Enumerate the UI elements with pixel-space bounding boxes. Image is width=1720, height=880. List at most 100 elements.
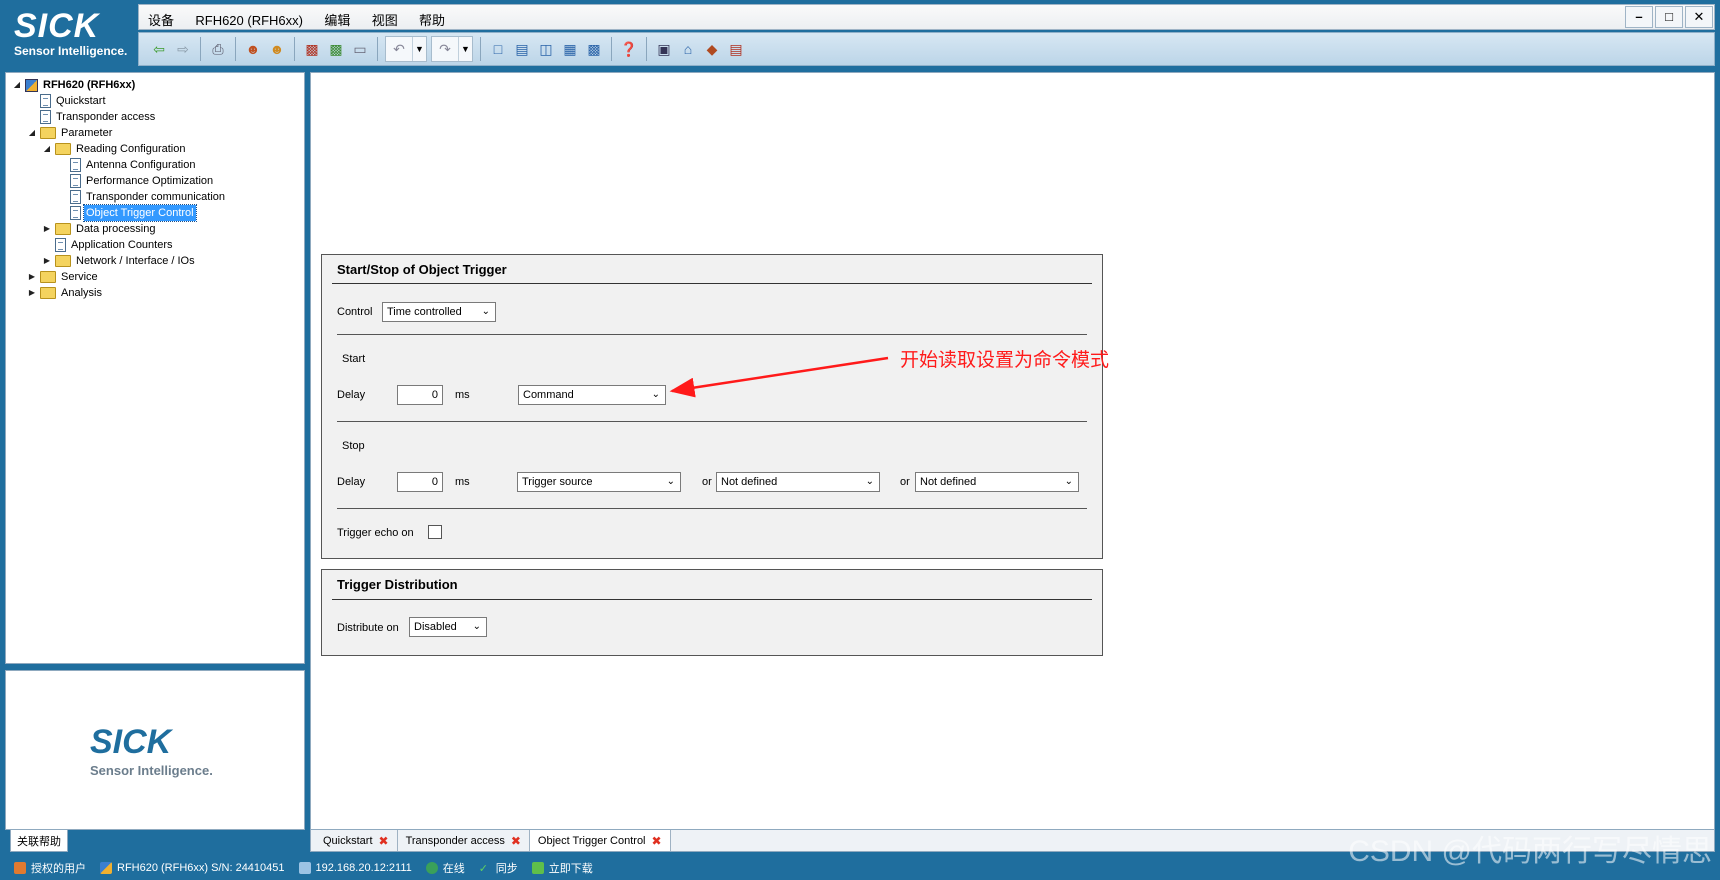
close-icon[interactable]: ✕: [1685, 6, 1713, 28]
collapsed-arrow-icon[interactable]: ▶: [27, 269, 37, 285]
start-mode-select[interactable]: Command ⌄: [518, 385, 666, 405]
folder-icon: [40, 271, 56, 283]
menu-help[interactable]: 帮助: [410, 5, 454, 34]
help-icon[interactable]: ❓: [618, 38, 640, 60]
document-tab[interactable]: Quickstart ✖: [315, 830, 398, 851]
tree-item[interactable]: Quickstart: [12, 93, 304, 109]
undo-dropdown[interactable]: ↶ ▼: [385, 36, 427, 62]
monitor-icon[interactable]: ▣: [653, 38, 675, 60]
stop-source-select[interactable]: Trigger source ⌄: [517, 472, 681, 492]
chevron-down-icon: ⌄: [472, 621, 481, 632]
tree-item[interactable]: Performance Optimization: [12, 173, 304, 189]
document-tab[interactable]: Transponder access ✖: [398, 830, 530, 851]
device-icon: [100, 861, 112, 874]
stop-source-2-select[interactable]: Not defined ⌄: [716, 472, 880, 492]
collapsed-arrow-icon[interactable]: ▶: [42, 253, 52, 269]
layout-single-icon[interactable]: □: [487, 38, 509, 60]
page-icon: [70, 190, 81, 204]
window-controls: – □ ✕: [1624, 5, 1714, 31]
print-icon[interactable]: ⎙: [207, 38, 229, 60]
save-file-icon[interactable]: ▩: [325, 38, 347, 60]
maximize-icon[interactable]: □: [1655, 6, 1683, 28]
tree-item[interactable]: Antenna Configuration: [12, 157, 304, 173]
tree-item-label: RFH620 (RFH6xx): [43, 79, 136, 91]
folder-icon: [55, 255, 71, 267]
close-tab-icon[interactable]: ✖: [652, 834, 662, 848]
chevron-down-icon: ⌄: [865, 476, 874, 487]
back-icon[interactable]: ⇦: [148, 38, 170, 60]
menu-device[interactable]: 设备: [139, 5, 183, 34]
layout-grid-icon[interactable]: ▩: [583, 38, 605, 60]
undo-icon[interactable]: ↶: [388, 38, 410, 60]
user-login-icon[interactable]: ☻: [242, 38, 264, 60]
close-tab-icon[interactable]: ✖: [511, 834, 521, 848]
collapsed-arrow-icon[interactable]: ▶: [27, 285, 37, 301]
load-file-icon[interactable]: ▩: [301, 38, 323, 60]
close-tab-icon[interactable]: ✖: [379, 834, 389, 848]
tree-item-label: Reading Configuration: [76, 143, 186, 155]
tree-item[interactable]: ◢ Reading Configuration: [12, 141, 304, 157]
tree-item[interactable]: ▶ Analysis: [12, 285, 304, 301]
device-icon[interactable]: ◆: [701, 38, 723, 60]
folder-open-icon: [40, 127, 56, 139]
stop-label: Stop: [342, 440, 365, 452]
globe-icon: [425, 861, 438, 874]
stop-source-3-select[interactable]: Not defined ⌄: [915, 472, 1079, 492]
tab-label: Quickstart: [323, 834, 373, 847]
page-icon: [40, 110, 51, 124]
redo-dropdown[interactable]: ↷ ▼: [431, 36, 473, 62]
tree-item-label: Parameter: [61, 127, 113, 139]
eraser-icon[interactable]: ▭: [349, 38, 371, 60]
layout-split-h-icon[interactable]: ▤: [511, 38, 533, 60]
tree-item[interactable]: Application Counters: [12, 237, 304, 253]
tree-item[interactable]: ◢ RFH620 (RFH6xx): [12, 77, 304, 93]
tab-label: Object Trigger Control: [537, 834, 646, 847]
tree-item[interactable]: Object Trigger Control: [12, 204, 304, 222]
download-icon: [531, 861, 544, 874]
document-tab[interactable]: Object Trigger Control ✖: [529, 830, 671, 851]
group-title: Trigger Distribution: [337, 577, 458, 592]
tree-item[interactable]: ▶ Service: [12, 269, 304, 285]
status-download[interactable]: 立即下载: [531, 860, 593, 876]
layout-split-v-icon[interactable]: ◫: [535, 38, 557, 60]
user-logout-icon[interactable]: ☻: [266, 38, 288, 60]
expanded-arrow-icon[interactable]: ◢: [42, 141, 52, 157]
chevron-down-icon: ⌄: [666, 476, 675, 487]
start-label: Start: [342, 353, 366, 365]
navigation-tree: ◢ RFH620 (RFH6xx) Quickstart Transponder ac…: [5, 72, 305, 664]
start-unit-label: ms: [455, 389, 470, 401]
distribute-select[interactable]: Disabled ⌄: [409, 617, 487, 637]
tree-item-label: Quickstart: [56, 95, 106, 107]
annotation-text: 开始读取设置为命令模式: [900, 350, 1110, 371]
folder-open-icon: [55, 143, 71, 155]
status-online: 在线: [425, 860, 465, 876]
export-icon[interactable]: ▤: [725, 38, 747, 60]
tree-item[interactable]: Transponder access: [12, 109, 304, 125]
redo-icon[interactable]: ↷: [434, 38, 456, 60]
menu-edit[interactable]: 编辑: [315, 5, 359, 34]
stop-delay-input[interactable]: 0: [397, 472, 443, 492]
minimize-icon[interactable]: –: [1625, 6, 1653, 28]
home-icon[interactable]: ⌂: [677, 38, 699, 60]
tree-item[interactable]: Transponder communication: [12, 189, 304, 205]
tree-item[interactable]: ▶ Network / Interface / IOs: [12, 253, 304, 269]
collapsed-arrow-icon[interactable]: ▶: [42, 221, 52, 237]
control-select[interactable]: Time controlled ⌄: [382, 302, 496, 322]
layout-quad-icon[interactable]: ▦: [559, 38, 581, 60]
status-device: RFH620 (RFH6xx) S/N: 24410451: [100, 861, 285, 874]
tree-item[interactable]: ◢ Parameter: [12, 125, 304, 141]
tab-context-help[interactable]: 关联帮助: [10, 830, 68, 852]
tree-item-label: Transponder access: [56, 111, 156, 123]
chevron-down-icon[interactable]: ▼: [458, 37, 472, 61]
expanded-arrow-icon[interactable]: ◢: [27, 125, 37, 141]
sick-logo: SICK: [90, 723, 172, 761]
trigger-echo-checkbox[interactable]: [428, 525, 442, 539]
chevron-down-icon[interactable]: ▼: [412, 37, 426, 61]
chevron-down-icon: ⌄: [1064, 476, 1073, 487]
forward-icon[interactable]: ⇨: [172, 38, 194, 60]
tree-item[interactable]: ▶ Data processing: [12, 221, 304, 237]
start-delay-input[interactable]: 0: [397, 385, 443, 405]
menu-rfh620[interactable]: RFH620 (RFH6xx): [186, 8, 312, 33]
menu-view[interactable]: 视图: [363, 5, 407, 34]
expanded-arrow-icon[interactable]: ◢: [12, 77, 22, 93]
